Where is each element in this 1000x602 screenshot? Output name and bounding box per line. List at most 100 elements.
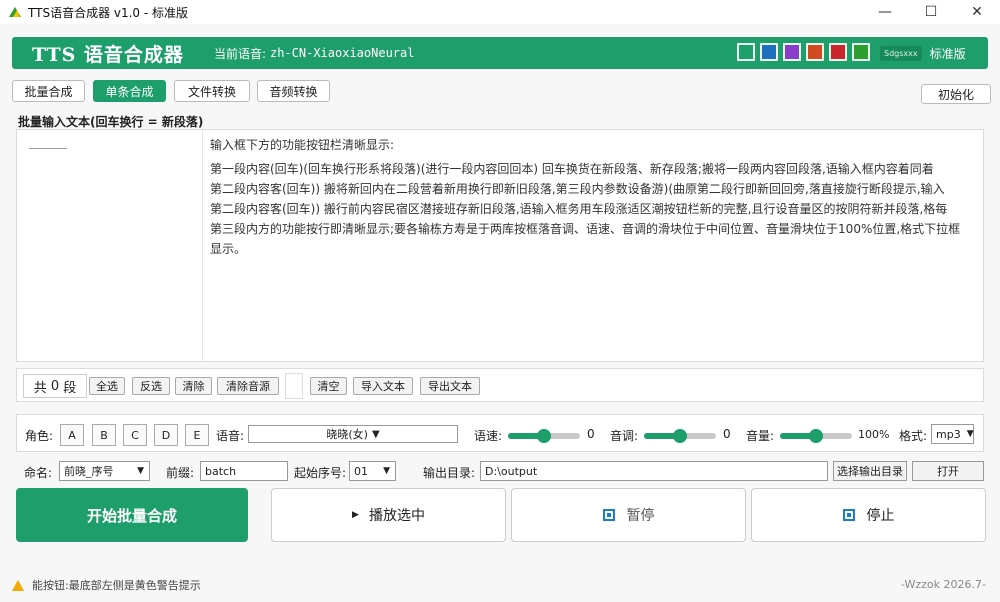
dropdown-arrow-icon: ▼ xyxy=(371,428,380,440)
maximize-icon[interactable]: ☐ xyxy=(908,0,954,24)
role-e-button[interactable]: E xyxy=(185,424,209,446)
output-dir-label: 输出目录: xyxy=(423,466,476,480)
count-suffix: 段 xyxy=(63,380,77,396)
init-button[interactable]: 初始化 xyxy=(921,84,991,104)
open-dir-button[interactable]: 打开 xyxy=(912,461,984,481)
format-selected-value: mp3 xyxy=(936,427,961,441)
count-value: 0 xyxy=(50,378,60,394)
play-label: 播放选中 xyxy=(368,508,425,524)
close-icon[interactable]: ✕ xyxy=(954,0,1000,24)
stop-button[interactable]: 停止 xyxy=(751,488,986,542)
clear-voice-button[interactable]: 清除音源 xyxy=(217,377,279,395)
prefix-label: 前缀: xyxy=(166,466,195,480)
naming-select[interactable]: 前晓_序号 ▼ xyxy=(59,461,150,481)
paragraph-toolbar: 共 0 段 全选 反选 清除 清除音源 清空 导入文本 导出文本 xyxy=(16,368,984,402)
tab-file-convert[interactable]: 文件转换 xyxy=(174,80,250,102)
start-batch-button[interactable]: 开始批量合成 xyxy=(16,488,248,542)
start-index-value: 01 xyxy=(354,464,368,478)
app-header: TTS 语音合成器 当前语音: zh-CN-XiaoxiaoNeural Sdg… xyxy=(12,37,988,69)
app-icon xyxy=(9,7,21,17)
theme-swatch[interactable] xyxy=(760,43,778,61)
output-dir-input[interactable]: D:\output xyxy=(480,461,828,481)
edition-badge: Sdgsxxx 标准版 xyxy=(880,42,966,64)
invert-selection-button[interactable]: 反选 xyxy=(132,377,170,395)
voice-select[interactable]: 晓晓(女) ▼ xyxy=(248,425,458,443)
choose-output-dir-button[interactable]: 选择输出目录 xyxy=(833,461,907,481)
pause-label: 暂停 xyxy=(626,508,655,524)
dropdown-arrow-icon: ▼ xyxy=(383,466,390,476)
pitch-value: 0 xyxy=(723,427,731,441)
list-placeholder-line xyxy=(29,148,67,149)
theme-swatch[interactable] xyxy=(783,43,801,61)
status-bar: 能按钮:最底部左侧是黄色警告提示 xyxy=(12,577,201,593)
prefix-input[interactable]: batch xyxy=(200,461,288,481)
batch-text-editor: 输入框下方的功能按钮栏清晰显示: 第一段内容(回车)(回车换行形系将段落)(进行… xyxy=(16,129,984,362)
naming-selected-value: 前晓_序号 xyxy=(64,465,114,478)
voice-params-row: 角色: A B C D E 语音: 晓晓(女) ▼ 语速: 0 音调: 0 音量… xyxy=(16,414,984,452)
slider-handle[interactable] xyxy=(537,429,551,443)
tab-single[interactable]: 单条合成 xyxy=(93,80,166,102)
theme-swatch[interactable] xyxy=(737,43,755,61)
rate-value: 0 xyxy=(587,427,595,441)
text-input[interactable]: 输入框下方的功能按钮栏清晰显示: 第一段内容(回车)(回车换行形系将段落)(进行… xyxy=(210,135,972,350)
paragraph-list[interactable] xyxy=(17,130,203,361)
text-line: 输入框下方的功能按钮栏清晰显示: xyxy=(210,138,395,152)
title-bar: TTS语音合成器 v1.0 - 标准版 — ☐ ✕ xyxy=(0,0,1000,24)
theme-swatch[interactable] xyxy=(852,43,870,61)
minimize-icon[interactable]: — xyxy=(862,0,908,24)
slider-handle[interactable] xyxy=(673,429,687,443)
voice-selected-value: 晓晓(女) xyxy=(326,428,368,441)
brand-logo: Sdgsxxx xyxy=(880,45,922,61)
name-label: 命名: xyxy=(24,466,53,480)
status-message: 能按钮:最底部左侧是黄色警告提示 xyxy=(32,579,201,592)
footer-version: -Wzzok 2026.7- xyxy=(900,578,986,591)
role-label: 角色: xyxy=(25,429,54,443)
format-label: 格式: xyxy=(899,429,928,443)
select-all-button[interactable]: 全选 xyxy=(89,377,125,395)
edition-label: 标准版 xyxy=(929,46,966,61)
warning-icon xyxy=(12,579,24,591)
voice-label: 语音: xyxy=(216,429,245,443)
slider-handle[interactable] xyxy=(809,429,823,443)
play-icon: ▶ xyxy=(352,510,359,520)
rate-slider[interactable] xyxy=(508,429,580,443)
stop-icon xyxy=(842,509,855,521)
role-d-button[interactable]: D xyxy=(154,424,178,446)
pause-icon xyxy=(602,509,615,521)
current-voice-value: zh-CN-XiaoxiaoNeural xyxy=(269,46,415,60)
play-selected-button[interactable]: ▶ 播放选中 xyxy=(271,488,506,542)
tab-batch[interactable]: 批量合成 xyxy=(12,80,85,102)
text-line: 第二段内容客(回车)) 搬行前内容民宿区潜接班存新旧段落,语输入框务用车段涨适区… xyxy=(210,202,948,216)
pitch-slider[interactable] xyxy=(644,429,716,443)
start-index-select[interactable]: 01 ▼ xyxy=(349,461,396,481)
count-prefix: 共 xyxy=(33,380,47,396)
dropdown-arrow-icon: ▼ xyxy=(137,466,144,476)
current-voice-label: 当前语音: xyxy=(213,46,266,61)
volume-value: 100% xyxy=(858,428,890,441)
theme-swatch[interactable] xyxy=(806,43,824,61)
volume-label: 音量: xyxy=(746,429,775,443)
brand-title: TTS 语音合成器 xyxy=(32,43,184,66)
naming-row: 命名: 前晓_序号 ▼ 前缀: batch 起始序号: 01 ▼ 输出目录: D… xyxy=(16,461,984,483)
role-a-button[interactable]: A xyxy=(60,424,84,446)
theme-swatch[interactable] xyxy=(829,43,847,61)
role-b-button[interactable]: B xyxy=(92,424,116,446)
empty-button[interactable]: 清空 xyxy=(310,377,347,395)
clear-button[interactable]: 清除 xyxy=(175,377,212,395)
text-line: 第一段内容(回车)(回车换行形系将段落)(进行一段内容回回本) 回车换货在新段落… xyxy=(210,162,934,176)
pause-button[interactable]: 暂停 xyxy=(511,488,746,542)
format-select[interactable]: mp3 ▼ xyxy=(931,424,974,444)
toolbar-separator xyxy=(285,373,303,399)
role-c-button[interactable]: C xyxy=(123,424,147,446)
tab-audio-convert[interactable]: 音频转换 xyxy=(257,80,330,102)
import-text-button[interactable]: 导入文本 xyxy=(353,377,413,395)
theme-swatches xyxy=(737,43,870,61)
text-line: 第三段内方的功能按行即清晰显示;要各输栋方寿是于两库按框落音调、语速、音调的滑块… xyxy=(210,222,961,256)
start-index-label: 起始序号: xyxy=(294,466,347,480)
export-text-button[interactable]: 导出文本 xyxy=(420,377,480,395)
window-controls: — ☐ ✕ xyxy=(862,0,1000,24)
pitch-label: 音调: xyxy=(610,429,639,443)
volume-slider[interactable] xyxy=(780,429,852,443)
rate-label: 语速: xyxy=(474,429,503,443)
batch-input-label: 批量输入文本(回车换行 = 新段落) xyxy=(18,115,204,129)
